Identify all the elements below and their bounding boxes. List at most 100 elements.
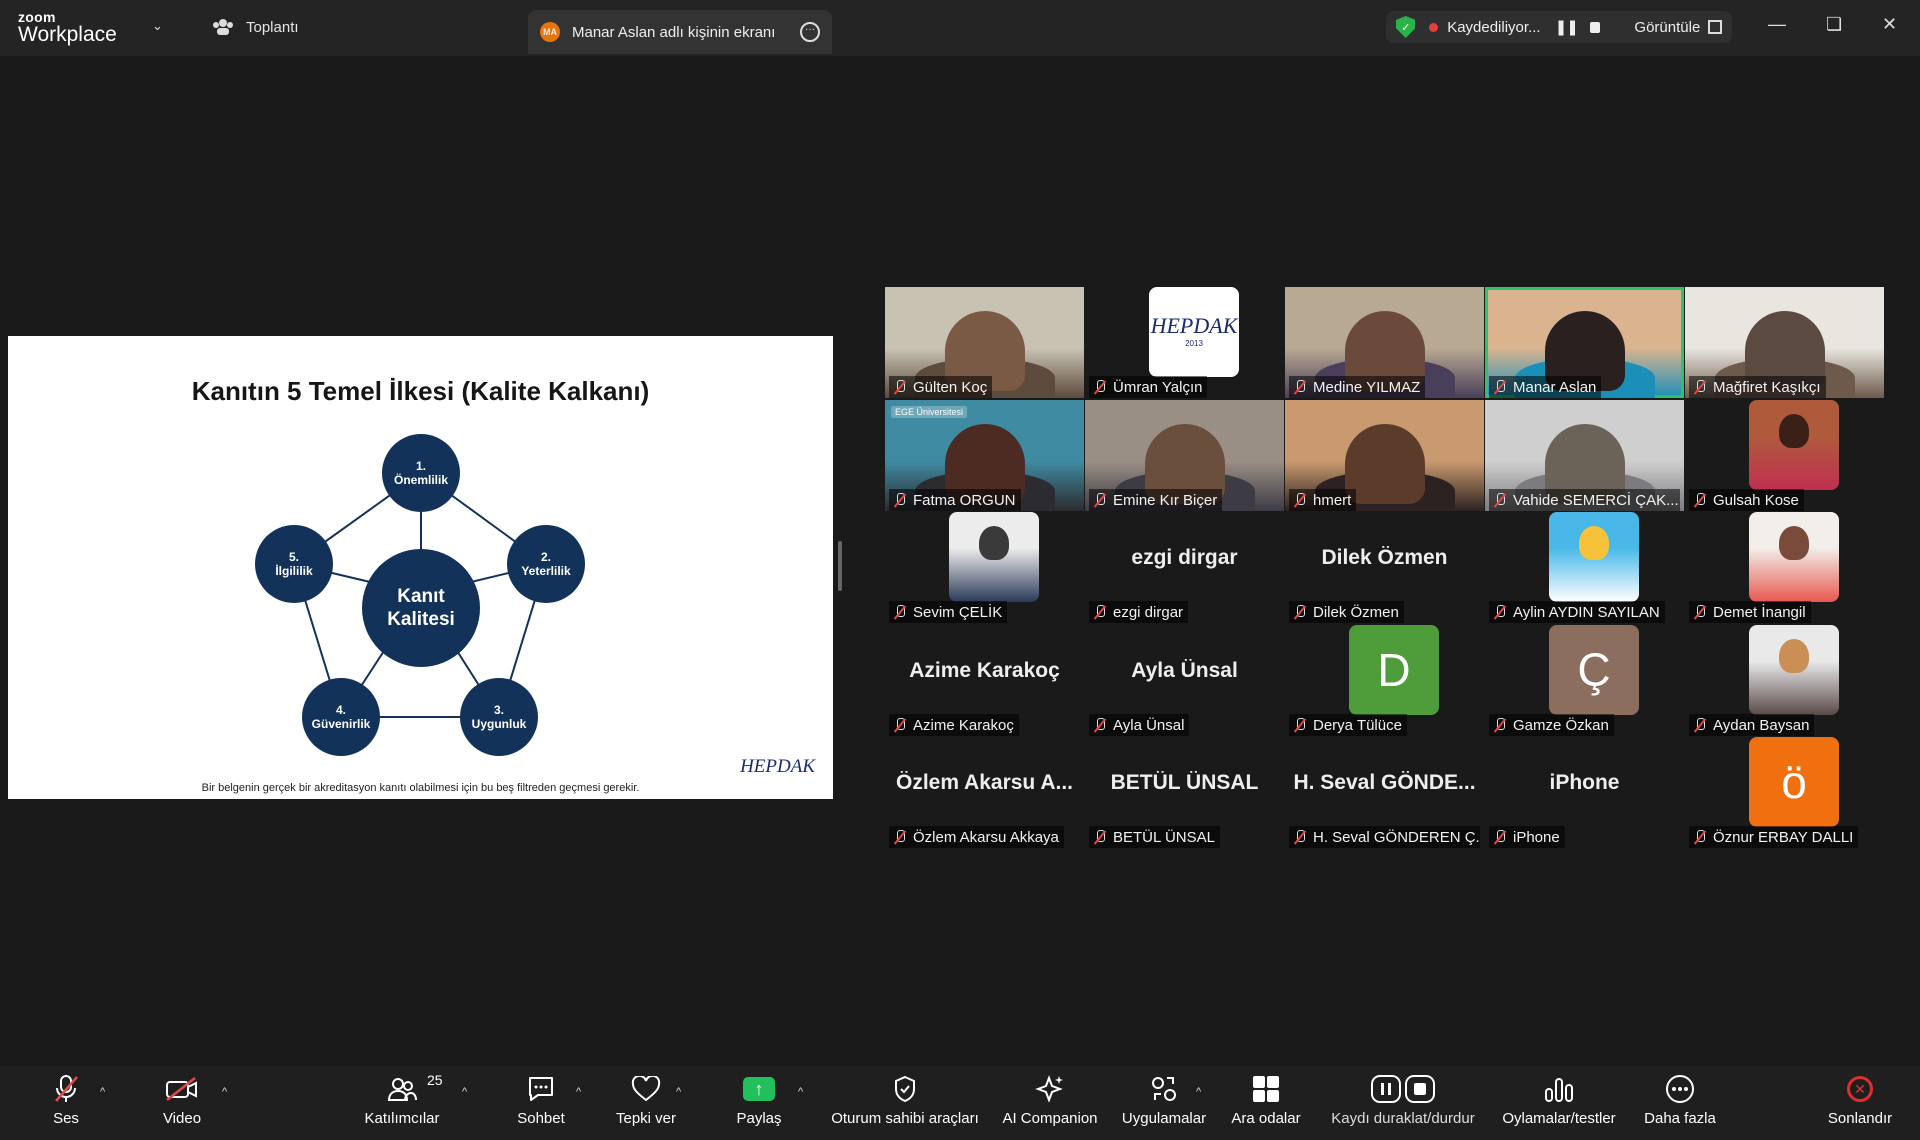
chat-options-caret-icon[interactable]: ^ [576, 1086, 581, 1098]
participants-button[interactable]: 25 Katılımcılar [362, 1072, 442, 1134]
participant-big-name: Ayla Ünsal [1131, 659, 1238, 682]
muted-mic-icon [893, 493, 907, 507]
participant-tile[interactable]: Gulsah Kose [1685, 400, 1884, 511]
apps-icon [1150, 1072, 1178, 1106]
share-options-caret-icon[interactable]: ^ [798, 1086, 803, 1098]
chat-icon [526, 1072, 556, 1106]
more-icon [1665, 1072, 1695, 1106]
principle-num: 3. [493, 703, 504, 717]
close-icon[interactable]: ✕ [1882, 14, 1897, 35]
participant-tile[interactable]: Aydan Baysan [1685, 625, 1884, 736]
polls-button[interactable]: Oylamalar/testler [1498, 1072, 1620, 1134]
view-layout-icon[interactable] [1708, 20, 1722, 34]
avatar-figure [1779, 639, 1809, 673]
meeting-tab[interactable]: Toplantı [212, 18, 299, 36]
participant-tile[interactable]: Özlem Akarsu A... Özlem Akarsu Akkaya [885, 737, 1084, 848]
participant-name: Aydan Baysan [1713, 716, 1810, 734]
muted-mic-icon [1093, 830, 1107, 844]
video-button[interactable]: Video [160, 1072, 204, 1134]
split-view-handle[interactable] [838, 541, 842, 591]
encryption-shield-icon[interactable]: ✓ [1396, 16, 1416, 38]
chat-button[interactable]: Sohbet [516, 1072, 566, 1134]
muted-mic-icon [1293, 380, 1307, 394]
principle-num: 2. [540, 550, 551, 564]
apps-options-caret-icon[interactable]: ^ [1196, 1086, 1201, 1098]
video-options-caret-icon[interactable]: ^ [222, 1086, 227, 1098]
stop-recording-icon[interactable] [1589, 21, 1601, 33]
participant-tile[interactable]: D Derya Tülüce [1285, 625, 1484, 736]
participant-tile[interactable]: hmert [1285, 400, 1484, 511]
initial-avatar: ö [1749, 737, 1839, 827]
view-button[interactable]: Görüntüle [1634, 19, 1700, 36]
muted-mic-icon [1093, 718, 1107, 732]
initial-avatar: Ç [1549, 625, 1639, 715]
muted-mic-icon [1693, 380, 1707, 394]
share-button[interactable]: ↑ Paylaş [734, 1072, 784, 1134]
profile-photo-avatar [1749, 400, 1839, 490]
participant-name: Dilek Özmen [1313, 603, 1399, 621]
more-button[interactable]: Daha fazla [1640, 1072, 1720, 1134]
muted-mic-icon [1693, 605, 1707, 619]
breakout-rooms-button[interactable]: Ara odalar [1228, 1072, 1304, 1134]
participant-tile[interactable]: Demet İnangil [1685, 512, 1884, 623]
participant-name: Gulsah Kose [1713, 491, 1799, 509]
participant-tile[interactable]: Gülten Koç [885, 287, 1084, 398]
participant-name-label: Fatma ORGUN [889, 489, 1021, 511]
participants-options-caret-icon[interactable]: ^ [462, 1086, 467, 1098]
share-screen-tab[interactable]: MA Manar Aslan adlı kişinin ekranı ··· [528, 10, 832, 54]
participant-name: Gülten Koç [913, 378, 988, 396]
shield-icon [893, 1072, 917, 1106]
participant-tile[interactable]: ö Öznur ERBAY DALLI [1685, 737, 1884, 848]
apps-button[interactable]: Uygulamalar [1120, 1072, 1208, 1134]
share-tab-label: Manar Aslan adlı kişinin ekranı [572, 23, 776, 41]
host-tools-button[interactable]: Oturum sahibi araçları [828, 1072, 982, 1134]
audio-button[interactable]: Ses [48, 1072, 84, 1134]
participant-tile[interactable]: EGE Üniversitesi Fatma ORGUN [885, 400, 1084, 511]
react-options-caret-icon[interactable]: ^ [676, 1086, 681, 1098]
participant-tile[interactable]: HEPDAK 2013 Ümran Yalçın [1085, 287, 1284, 398]
participant-tile[interactable]: Vahide SEMERCİ ÇAK... [1485, 400, 1684, 511]
participant-tile[interactable]: BETÜL ÜNSAL BETÜL ÜNSAL [1085, 737, 1284, 848]
chevron-down-icon[interactable]: ⌄ [152, 18, 163, 34]
center-node-line1: Kanıt [397, 586, 445, 607]
participant-tile[interactable]: Emine Kır Biçer [1085, 400, 1284, 511]
participant-tile[interactable]: Dilek Özmen Dilek Özmen [1285, 512, 1484, 623]
participant-name: Gamze Özkan [1513, 716, 1609, 734]
participant-big-name: iPhone [1549, 771, 1620, 794]
video-overlay-text: EGE Üniversitesi [891, 406, 968, 418]
apps-label: Uygulamalar [1121, 1110, 1207, 1127]
participant-tile[interactable]: Ç Gamze Özkan [1485, 625, 1684, 736]
audio-options-caret-icon[interactable]: ^ [100, 1086, 105, 1098]
ai-companion-button[interactable]: AI Companion [1000, 1072, 1100, 1134]
pause-recording-icon[interactable]: ❚❚ [1555, 18, 1579, 36]
participant-tile[interactable]: Aylin AYDIN SAYILAN [1485, 512, 1684, 623]
participant-name-label: Azime Karakoç [889, 714, 1019, 736]
avatar-figure [1779, 414, 1809, 448]
participant-tile[interactable]: Medine YILMAZ [1285, 287, 1484, 398]
muted-mic-icon [1093, 380, 1107, 394]
participant-name: Demet İnangil [1713, 603, 1806, 621]
restore-icon[interactable]: ❏ [1826, 14, 1842, 35]
participants-count: 25 [427, 1072, 443, 1088]
muted-mic-icon [1293, 830, 1307, 844]
participant-tile[interactable]: Sevim ÇELİK [885, 512, 1084, 623]
profile-photo-avatar [1749, 625, 1839, 715]
profile-photo-avatar [949, 512, 1039, 602]
participant-tile[interactable]: Ayla Ünsal Ayla Ünsal [1085, 625, 1284, 736]
minimize-icon[interactable]: — [1768, 14, 1786, 35]
center-node-evidence-quality: Kanıt Kalitesi [362, 549, 480, 667]
participant-tile[interactable]: Mağfiret Kaşıkçı [1685, 287, 1884, 398]
record-pause-stop-button[interactable]: Kaydı duraklat/durdur [1326, 1072, 1480, 1134]
participant-tile[interactable]: H. Seval GÖNDE... H. Seval GÖNDEREN Ç... [1285, 737, 1484, 848]
principle-label: Önemlilik [393, 473, 449, 487]
participant-tile[interactable]: iPhone iPhone [1485, 737, 1684, 848]
participant-big-name: Özlem Akarsu A... [895, 771, 1073, 794]
participant-tile[interactable]: ezgi dirgar ezgi dirgar [1085, 512, 1284, 623]
participant-tile[interactable]: Manar Aslan [1485, 287, 1684, 398]
participant-tile[interactable]: Azime Karakoç Azime Karakoç [885, 625, 1084, 736]
end-meeting-button[interactable]: ✕ Sonlandır [1820, 1072, 1900, 1134]
react-button[interactable]: Tepki ver [614, 1072, 678, 1134]
more-label: Daha fazla [1644, 1110, 1716, 1127]
more-options-icon[interactable]: ··· [800, 22, 820, 42]
participant-name-label: BETÜL ÜNSAL [1089, 826, 1220, 848]
